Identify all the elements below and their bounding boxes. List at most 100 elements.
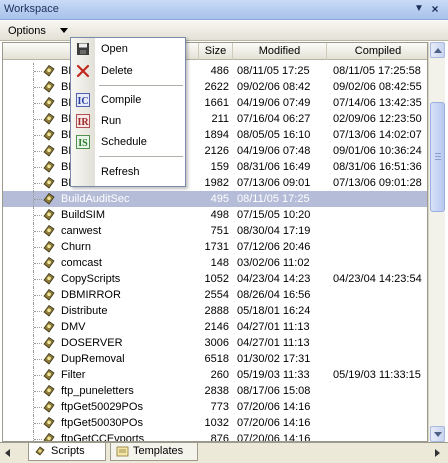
menu-separator — [99, 156, 183, 157]
tree-line — [33, 431, 34, 441]
table-row[interactable]: BR 1894 08/05/05 16:10 07/13/06 14:02:07 — [3, 127, 427, 143]
arrow-down-icon — [434, 432, 442, 437]
vertical-scrollbar[interactable] — [428, 42, 445, 442]
table-row[interactable]: DOSERVER 3006 04/27/01 11:13 — [3, 335, 427, 351]
table-row[interactable]: CopyScripts 1052 04/23/04 14:23 04/23/04 14… — [3, 271, 427, 287]
column-header-size[interactable]: Size — [199, 43, 233, 60]
script-icon — [43, 145, 55, 157]
cell-size: 211 — [211, 113, 229, 125]
cell-size: 6518 — [204, 353, 229, 365]
grip-line — [435, 153, 441, 154]
script-name: DOSERVER — [61, 337, 123, 349]
pin-icon[interactable]: ▼ — [412, 2, 426, 16]
script-name: DMV — [61, 321, 86, 333]
cell-modified: 01/30/02 17:31 — [237, 353, 311, 365]
menu-item-label: Schedule — [101, 136, 147, 148]
save-disk-icon — [77, 43, 89, 55]
cell-size: 2888 — [204, 305, 229, 317]
table-row[interactable]: BR 2622 09/02/06 08:42 09/02/06 08:42:55 — [3, 79, 427, 95]
tree-line — [34, 167, 42, 168]
options-bar: Options — [0, 21, 448, 41]
table-row[interactable]: Filter 260 05/19/03 11:33 05/19/03 11:33:15 — [3, 367, 427, 383]
script-icon — [43, 97, 55, 109]
table-row[interactable]: ftp_puneletters 2838 08/17/06 15:08 — [3, 383, 427, 399]
cell-script-name: DMV — [3, 319, 199, 335]
tab-label: Scripts — [51, 445, 85, 457]
run-ir-icon: IR — [76, 114, 90, 128]
table-row[interactable]: BR 1982 07/13/06 09:01 07/13/06 09:01:28 — [3, 175, 427, 191]
table-row[interactable]: Distribute 2888 05/18/01 16:24 — [3, 303, 427, 319]
script-name: ftpGet50030POs — [61, 417, 143, 429]
tab-label: Templates — [133, 445, 184, 457]
table-row[interactable]: BR 1661 04/19/06 07:49 07/14/06 13:42:35 — [3, 95, 427, 111]
table-row[interactable]: DMV 2146 04/27/01 11:13 — [3, 319, 427, 335]
table-row[interactable]: canwest 751 08/30/04 17:19 — [3, 223, 427, 239]
cell-modified: 04/27/01 11:13 — [237, 337, 310, 349]
table-row[interactable]: DupRemoval 6518 01/30/02 17:31 — [3, 351, 427, 367]
cell-script-name: canwest — [3, 223, 199, 239]
column-header-compiled[interactable]: Compiled — [327, 43, 427, 60]
script-icon — [43, 129, 55, 141]
cell-compiled: 08/11/05 17:25:58 — [333, 65, 421, 77]
menu-item-compile[interactable]: IC Compile — [71, 90, 185, 110]
cell-modified: 04/27/01 11:13 — [237, 321, 310, 333]
menu-item-refresh[interactable]: Refresh — [71, 162, 185, 182]
close-icon[interactable]: × — [428, 2, 442, 16]
tree-line — [34, 295, 42, 296]
cell-script-name: Distribute — [3, 303, 199, 319]
cell-modified: 07/20/06 14:16 — [237, 433, 311, 442]
menu-item-schedule[interactable]: IS Schedule — [71, 132, 185, 152]
cell-compiled: 09/02/06 08:42:55 — [333, 81, 422, 93]
scroll-thumb[interactable] — [430, 102, 445, 212]
scroll-down-button[interactable] — [430, 426, 445, 442]
tab-scripts[interactable]: Scripts — [28, 443, 106, 461]
svg-text:IC: IC — [77, 96, 88, 107]
table-row[interactable]: comcast 148 03/02/06 11:02 — [3, 255, 427, 271]
table-row[interactable]: ftpGet50030POs 1032 07/20/06 14:16 — [3, 415, 427, 431]
table-row[interactable]: BR 159 08/31/06 16:49 08/31/06 16:51:36 — [3, 159, 427, 175]
tree-line — [34, 391, 42, 392]
tab-templates[interactable]: Templates — [110, 443, 198, 461]
dropdown-arrow-icon[interactable] — [60, 28, 68, 33]
scripts-icon — [35, 446, 45, 456]
table-row[interactable]: ftpGet50029POs 773 07/20/06 14:16 — [3, 399, 427, 415]
script-name: BuildSIM — [61, 209, 106, 221]
menu-item-run[interactable]: IR Run — [71, 111, 185, 131]
cell-compiled — [329, 335, 427, 351]
table-row[interactable]: ftpGetCCEvports 876 07/20/06 14:16 — [3, 431, 427, 442]
cell-script-name: Filter — [3, 367, 199, 383]
menu-item-open[interactable]: Open — [71, 39, 185, 59]
cell-size: 2838 — [204, 385, 229, 397]
cell-modified: 07/13/06 09:01 — [237, 177, 311, 189]
cell-script-name: DupRemoval — [3, 351, 199, 367]
table-row[interactable]: BuildAuditSec 495 08/11/05 17:25 — [3, 191, 427, 207]
tree-line — [34, 199, 42, 200]
cell-size: 1731 — [204, 241, 229, 253]
script-icon — [43, 225, 55, 237]
column-header-modified[interactable]: Modified — [233, 43, 327, 60]
options-button[interactable]: Options — [2, 23, 52, 39]
script-name: Churn — [61, 241, 91, 253]
script-icon — [43, 353, 55, 365]
table-row[interactable]: BuildSIM 498 07/15/05 10:20 — [3, 207, 427, 223]
cell-compiled — [329, 223, 427, 239]
script-icon — [43, 273, 55, 285]
table-row[interactable]: BR 486 08/11/05 17:25 08/11/05 17:25:58 — [3, 63, 427, 79]
table-row[interactable]: BR 2126 04/19/06 07:48 09/01/06 10:36:24 — [3, 143, 427, 159]
table-row[interactable]: BR 211 07/16/04 06:27 02/09/06 12:23:50 — [3, 111, 427, 127]
arrow-left-icon — [5, 449, 10, 457]
menu-item-delete[interactable]: Delete — [71, 61, 185, 81]
cell-size: 773 — [210, 401, 229, 413]
script-name: DBMIRROR — [61, 289, 121, 301]
cell-compiled: 07/13/06 14:02:07 — [333, 129, 422, 141]
script-icon — [43, 289, 55, 301]
tab-scroll-right-button[interactable] — [433, 446, 443, 460]
tab-scroll-left-button[interactable] — [3, 446, 13, 460]
cell-modified: 08/11/05 17:25 — [237, 193, 310, 205]
cell-script-name: BuildSIM — [3, 207, 199, 223]
table-row[interactable]: Churn 1731 07/12/06 20:46 — [3, 239, 427, 255]
tree-line — [34, 439, 42, 440]
cell-size: 876 — [210, 433, 229, 442]
scroll-up-button[interactable] — [430, 42, 445, 58]
table-row[interactable]: DBMIRROR 2554 08/26/04 16:56 — [3, 287, 427, 303]
